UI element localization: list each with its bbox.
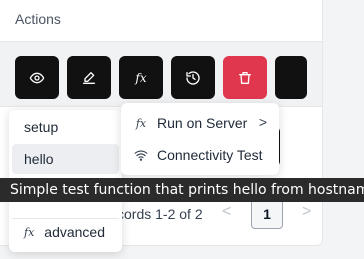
menu-item-label: setup	[24, 119, 59, 135]
wifi-icon	[134, 150, 148, 161]
history-icon	[186, 70, 200, 85]
function-button[interactable]: fx	[119, 56, 163, 99]
edit-button[interactable]	[67, 56, 111, 99]
function-icon: fx	[24, 225, 35, 239]
function-icon: fx	[135, 70, 147, 85]
menu-item-label: advanced	[44, 224, 105, 240]
menu-item-hello[interactable]: hello	[12, 144, 119, 174]
submenu-item-label: Connectivity Test	[157, 147, 263, 163]
chevron-right-icon: >	[258, 114, 267, 130]
edit-icon	[83, 71, 95, 84]
view-button[interactable]	[15, 56, 59, 99]
actions-header: Actions	[0, 0, 322, 40]
prev-page-button[interactable]: <	[222, 203, 231, 221]
eye-icon	[29, 72, 45, 83]
function-icon: fx	[135, 116, 147, 130]
menu-item-label: hello	[24, 151, 54, 167]
menu-item-advanced[interactable]: fx advanced	[12, 217, 119, 247]
trash-icon	[239, 71, 251, 84]
submenu-item-run-on-server[interactable]: fx Run on Server >	[121, 108, 279, 138]
next-page-button[interactable]: >	[302, 203, 311, 221]
delete-button[interactable]	[223, 56, 267, 99]
more-button[interactable]	[275, 56, 307, 99]
records-count: cords 1-2 of 2	[117, 206, 203, 222]
submenu-item-label: Run on Server	[157, 115, 248, 131]
submenu: fx Run on Server > Connectivity Test	[121, 103, 279, 175]
tooltip: Simple test function that prints hello f…	[0, 178, 364, 202]
history-button[interactable]	[171, 56, 215, 99]
page-title: Actions	[15, 11, 61, 27]
submenu-item-connectivity-test[interactable]: Connectivity Test	[121, 140, 279, 170]
page-1-button[interactable]: 1	[251, 199, 283, 229]
menu-item-setup[interactable]: setup	[12, 112, 119, 142]
